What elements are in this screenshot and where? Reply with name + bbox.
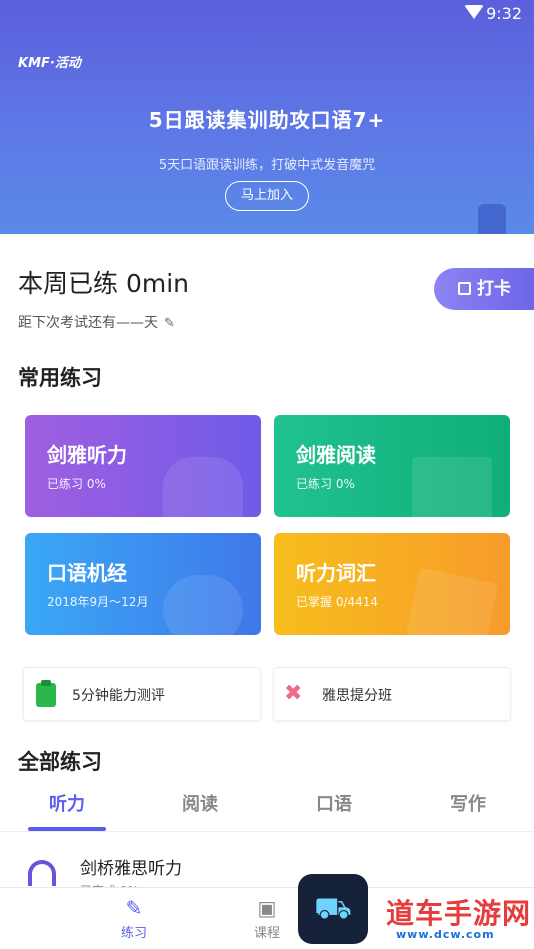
card-title: 听力词汇: [296, 561, 376, 585]
list-item-title: 剑桥雅思听力: [80, 859, 182, 879]
ability-test-button[interactable]: 5分钟能力测评: [23, 667, 261, 721]
headphones-icon: [28, 860, 56, 886]
watermark-text: 道车手游网: [386, 897, 532, 930]
weekly-practice-time: 本周已练 0min: [18, 269, 189, 298]
card-cambridge-reading[interactable]: 剑雅阅读 已练习 0%: [274, 415, 510, 517]
nav-label: 练习: [120, 926, 147, 941]
card-speaking-questions[interactable]: 口语机经 2018年9月～12月: [25, 533, 261, 635]
tab-speaking[interactable]: 口语: [294, 790, 374, 816]
card-cambridge-listening[interactable]: 剑雅听力 已练习 0%: [25, 415, 261, 517]
tool-label: 雅思提分班: [322, 688, 392, 704]
vocabulary-card-decoration-icon: [405, 567, 499, 635]
tab-reading[interactable]: 阅读: [160, 790, 240, 816]
join-button[interactable]: 马上加入: [225, 181, 309, 211]
brand-logo: KMF·活动: [18, 56, 81, 71]
practice-tabs: 听力 阅读 口语 写作: [0, 790, 534, 830]
status-time: 9:32: [486, 4, 522, 23]
tool-label: 5分钟能力测评: [72, 688, 165, 704]
card-subtitle: 2018年9月～12月: [47, 595, 149, 609]
banner-subtitle: 5天口语跟读训练，打破中式发音魔咒: [158, 158, 376, 173]
all-practice-title: 全部练习: [18, 750, 102, 774]
edit-icon[interactable]: ✎: [164, 316, 175, 331]
speech-bubble-decoration-icon: [163, 575, 243, 635]
nav-practice[interactable]: ✎ 练习: [104, 896, 164, 941]
checkin-button[interactable]: 打卡: [434, 268, 534, 310]
banner-title: 5日跟读集训助攻口语7+: [148, 108, 386, 132]
common-practice-title: 常用练习: [18, 366, 102, 390]
house-decoration-icon: [478, 204, 506, 234]
card-listening-vocabulary[interactable]: 听力词汇 已掌握 0/4414: [274, 533, 510, 635]
calendar-icon: [458, 282, 471, 295]
card-subtitle: 已掌握 0/4414: [296, 595, 379, 609]
exam-countdown-label: 距下次考试还有——天: [18, 315, 158, 331]
list-item[interactable]: 剑桥雅思听力 已完成 0%: [0, 840, 534, 898]
nav-label: 课程: [253, 926, 280, 941]
ielts-class-button[interactable]: ✖ 雅思提分班: [273, 667, 511, 721]
crossed-pencils-icon: ✖: [284, 681, 303, 706]
nav-courses[interactable]: ▣ 课程: [237, 896, 297, 941]
watermark-car-icon: ⛟: [298, 874, 368, 944]
wifi-icon: [464, 5, 484, 19]
checkin-label: 打卡: [477, 279, 511, 299]
pencil-icon: ✎: [125, 896, 143, 920]
tab-listening[interactable]: 听力: [27, 790, 107, 816]
tabs-divider: [0, 831, 534, 832]
watermark-url: www.dcw.com: [396, 928, 495, 941]
exam-countdown[interactable]: 距下次考试还有——天 ✎: [18, 312, 175, 332]
play-screen-icon: ▣: [257, 896, 277, 920]
headphones-decoration-icon: [163, 457, 243, 517]
clipboard-icon: [36, 680, 56, 707]
card-title: 剑雅阅读: [296, 443, 376, 467]
book-decoration-icon: [412, 457, 492, 517]
card-title: 剑雅听力: [47, 443, 127, 467]
card-subtitle: 已练习 0%: [296, 477, 355, 491]
promo-banner[interactable]: 9:32 KMF·活动 5日跟读集训助攻口语7+ 5天口语跟读训练，打破中式发音…: [0, 0, 534, 234]
tab-writing[interactable]: 写作: [428, 790, 508, 816]
card-subtitle: 已练习 0%: [47, 477, 106, 491]
card-title: 口语机经: [47, 561, 127, 585]
